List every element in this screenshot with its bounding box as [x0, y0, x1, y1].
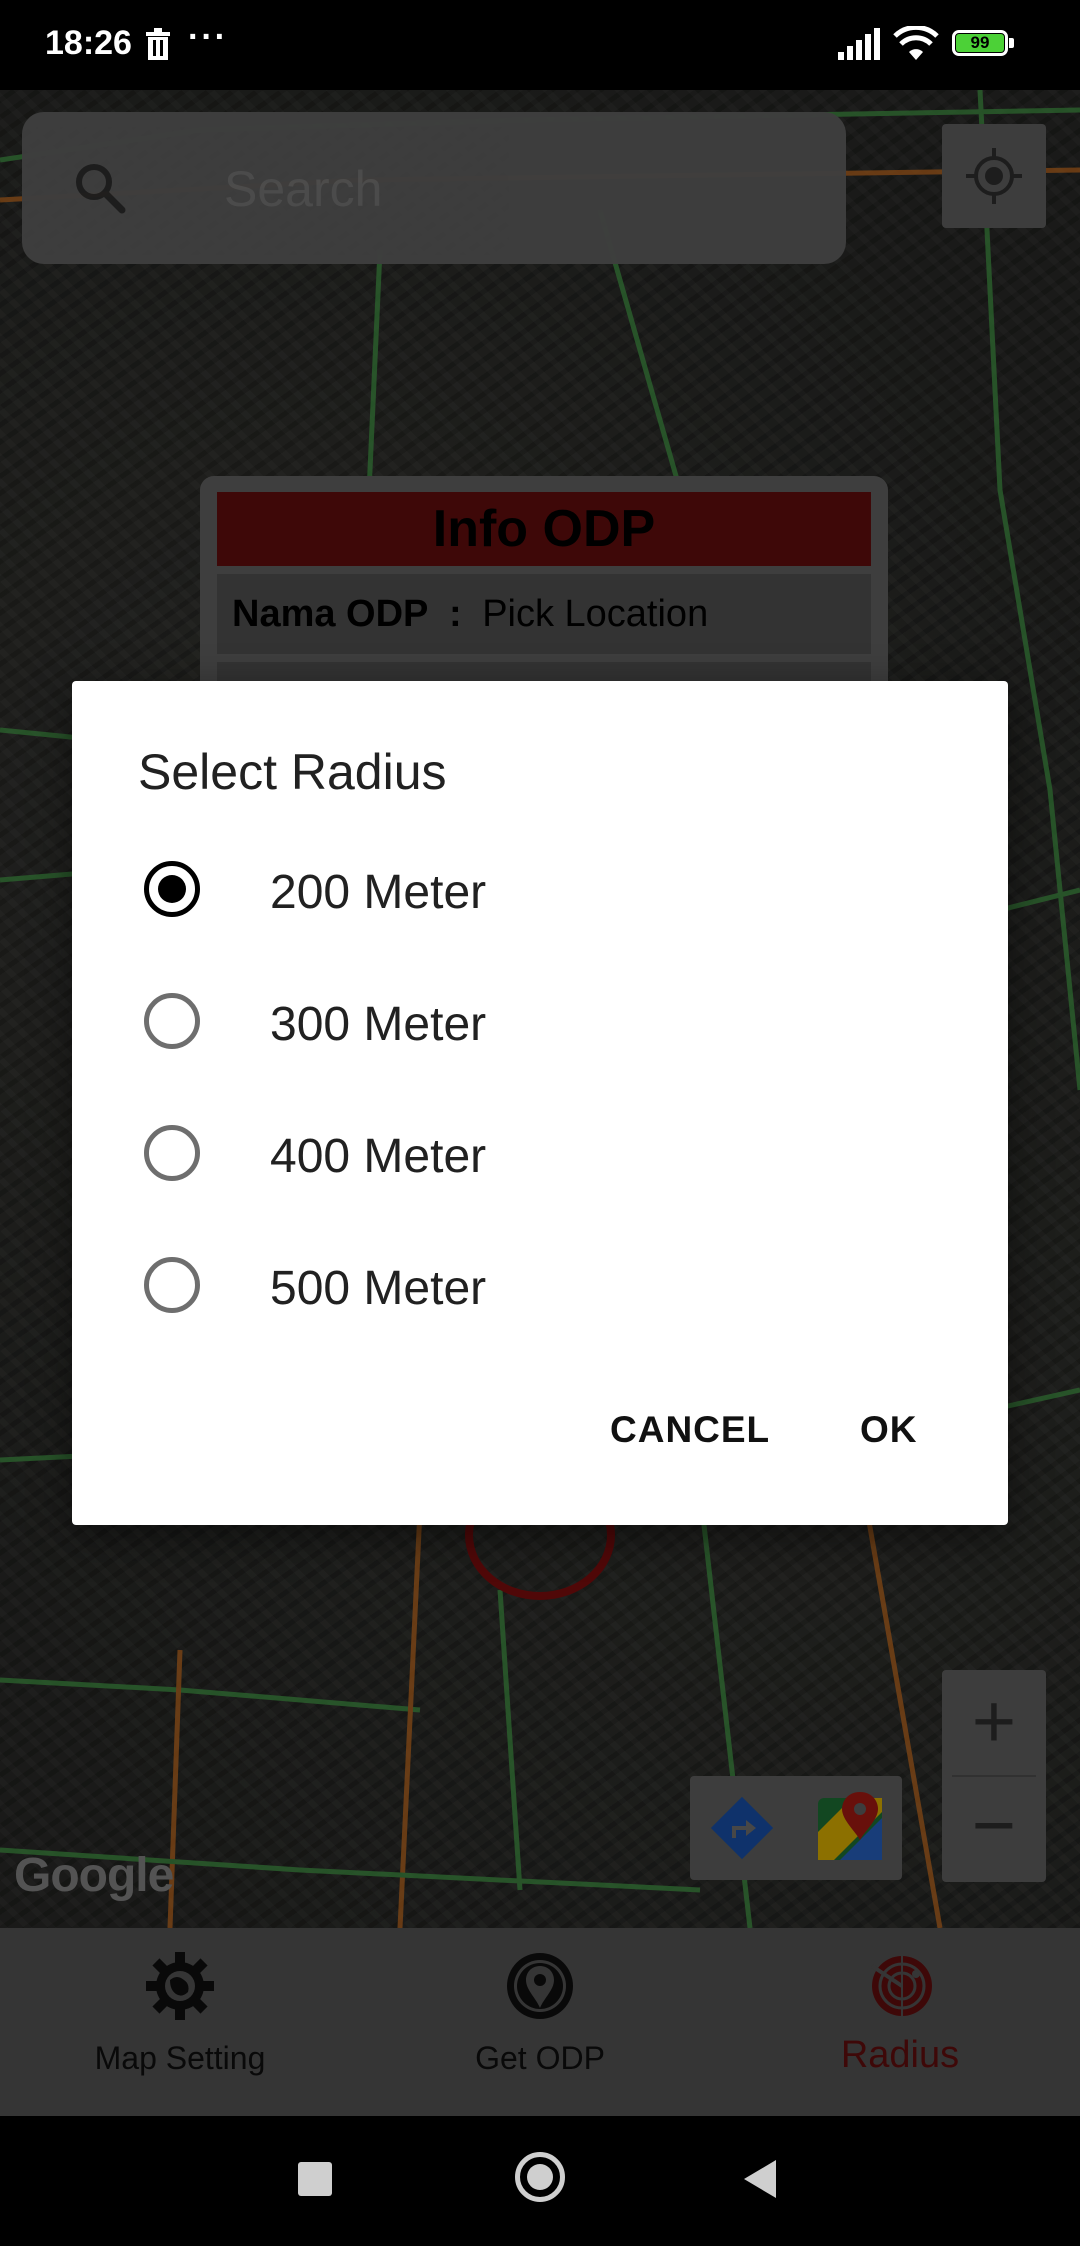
nama-odp-separator: :	[448, 593, 462, 635]
crosshair-icon	[966, 148, 1022, 204]
radio-label: 400 Meter	[270, 1130, 487, 1183]
dialog-actions: CANCEL OK	[72, 1393, 1008, 1493]
radio-label: 500 Meter	[270, 1262, 487, 1315]
nav-label-get-odp: Get ODP	[475, 2040, 605, 2076]
trash-icon	[145, 28, 171, 65]
location-pin-icon	[504, 1950, 576, 2022]
zoom-divider	[952, 1775, 1036, 1777]
home-button[interactable]	[515, 2152, 565, 2202]
system-navigation-bar	[0, 2116, 1080, 2246]
radio-option-300[interactable]: 300 Meter	[72, 955, 1008, 1087]
google-logo: Google	[14, 1849, 174, 1902]
radio-label: 300 Meter	[270, 998, 487, 1051]
dialog-title: Select Radius	[138, 744, 447, 800]
nama-odp-value: Pick Location	[482, 593, 709, 635]
nav-item-get-odp[interactable]: Get ODP	[360, 1928, 720, 2116]
cancel-button[interactable]: CANCEL	[610, 1409, 770, 1451]
directions-icon[interactable]	[708, 1794, 776, 1862]
radio-label: 200 Meter	[270, 866, 487, 919]
select-radius-dialog: Select Radius 200 Meter 300 Meter 400 Me…	[72, 681, 1008, 1525]
nama-odp-key: Nama ODP	[232, 593, 429, 635]
zoom-control: + −	[942, 1670, 1046, 1882]
nav-item-map-setting[interactable]: Map Setting	[0, 1928, 360, 2116]
wifi-icon	[893, 24, 939, 67]
bottom-navigation: Map Setting Get ODP Radius	[0, 1928, 1080, 2116]
gear-globe-icon	[144, 1950, 216, 2022]
search-bar[interactable]	[22, 112, 846, 264]
status-bar: 18:26 ··· 99	[0, 0, 1080, 90]
nav-item-radius[interactable]: Radius	[720, 1928, 1080, 2116]
radio-button-checked[interactable]	[144, 861, 200, 917]
radio-option-500[interactable]: 500 Meter	[72, 1219, 1008, 1351]
radio-button[interactable]	[144, 993, 200, 1049]
nav-label-radius: Radius	[840, 2034, 960, 2076]
recents-button[interactable]	[298, 2162, 332, 2196]
ok-button[interactable]: OK	[860, 1409, 918, 1451]
status-more-dots: ···	[188, 18, 228, 56]
back-button[interactable]	[744, 2160, 776, 2198]
nav-label-map-setting: Map Setting	[94, 2040, 266, 2076]
nama-odp-row: Nama ODP : Pick Location	[217, 574, 871, 654]
info-odp-title: Info ODP	[217, 492, 871, 566]
radar-icon	[864, 1950, 936, 2022]
zoom-in-button[interactable]: +	[942, 1670, 1046, 1774]
search-input[interactable]	[222, 152, 786, 226]
google-maps-icon[interactable]	[816, 1792, 886, 1864]
radio-button[interactable]	[144, 1125, 200, 1181]
radio-option-400[interactable]: 400 Meter	[72, 1087, 1008, 1219]
signal-icon	[838, 28, 882, 65]
radio-button[interactable]	[144, 1257, 200, 1313]
search-icon	[72, 160, 128, 221]
map-toolbar	[690, 1776, 902, 1880]
my-location-button[interactable]	[942, 124, 1046, 228]
radio-option-200[interactable]: 200 Meter	[72, 823, 1008, 955]
battery-level: 99	[956, 34, 1004, 52]
zoom-out-button[interactable]: −	[942, 1778, 1046, 1882]
battery-icon: 99	[952, 30, 1016, 60]
status-time: 18:26	[45, 24, 132, 62]
screen: 18:26 ··· 99 Search Info ODP Nama ODP: …	[0, 0, 1080, 2246]
